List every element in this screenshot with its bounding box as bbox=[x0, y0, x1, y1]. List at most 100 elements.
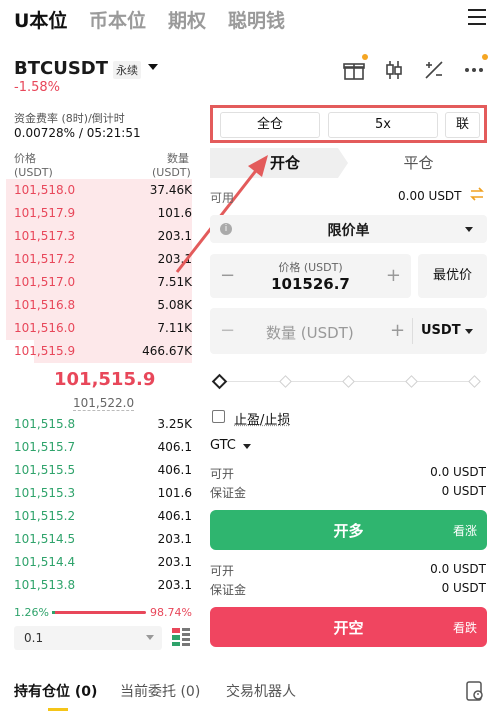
bid-row[interactable]: 101,515.7 406.1 bbox=[0, 436, 200, 459]
short-can-open-label: 可开 bbox=[210, 564, 235, 578]
margin-mode-button[interactable]: 全仓 bbox=[220, 112, 320, 138]
hamburger-menu-icon[interactable] bbox=[468, 9, 486, 25]
slider-handle[interactable] bbox=[211, 373, 228, 390]
quantity-placeholder[interactable]: 数量 (USDT) bbox=[266, 322, 354, 343]
ask-row[interactable]: 101,517.3 203.1 bbox=[0, 225, 200, 248]
ask-row[interactable]: 101,517.0 7.51K bbox=[0, 271, 200, 294]
slider-mark-75[interactable] bbox=[405, 375, 418, 388]
row-quantity: 406.1 bbox=[157, 440, 192, 454]
depth-step-value: 0.1 bbox=[24, 631, 44, 645]
ask-row[interactable]: 101,517.2 203.1 bbox=[0, 248, 200, 271]
open-long-button[interactable]: 开多 看涨 bbox=[210, 510, 487, 550]
row-quantity: 466.67K bbox=[142, 344, 192, 358]
orderbook-layout-icon[interactable] bbox=[171, 627, 191, 647]
quantity-slider[interactable] bbox=[211, 373, 482, 390]
transfer-icon[interactable] bbox=[469, 186, 485, 202]
chevron-down-icon[interactable] bbox=[465, 329, 473, 334]
available-label: 可用 bbox=[210, 191, 235, 205]
order-type-label: 限价单 bbox=[327, 223, 370, 239]
tab-close-position[interactable]: 平仓 bbox=[350, 148, 487, 178]
price-input-value[interactable]: 101526.7 bbox=[210, 275, 411, 293]
chevron-down-icon[interactable] bbox=[243, 444, 251, 449]
tab-open-orders[interactable]: 当前委托 (0) bbox=[120, 681, 200, 701]
tab-positions[interactable]: 持有仓位 (0) bbox=[14, 681, 97, 701]
bid-row[interactable]: 101,515.3 101.6 bbox=[0, 482, 200, 505]
open-close-tabs: 开仓 平仓 bbox=[210, 148, 487, 178]
row-quantity: 3.25K bbox=[157, 417, 192, 431]
price-input[interactable]: − 价格 (USDT) 101526.7 + bbox=[210, 254, 411, 298]
bid-row[interactable]: 101,513.8 203.1 bbox=[0, 574, 200, 597]
last-price[interactable]: 101,515.9 bbox=[54, 369, 155, 390]
bearish-label: 看跌 bbox=[452, 621, 477, 635]
row-price: 101,515.5 bbox=[14, 463, 76, 477]
tab-options[interactable]: 期权 bbox=[168, 6, 206, 33]
row-price: 101,515.8 bbox=[14, 417, 76, 431]
row-quantity: 7.51K bbox=[157, 275, 192, 289]
open-short-button[interactable]: 开空 看跌 bbox=[210, 607, 487, 647]
depth-step-select[interactable]: 0.1 bbox=[14, 626, 162, 650]
long-margin-label: 保证金 bbox=[210, 486, 247, 500]
gift-icon[interactable] bbox=[342, 54, 368, 82]
buy-ratio: 1.26% bbox=[14, 606, 49, 619]
perpetual-tag: 永续 bbox=[113, 61, 141, 79]
ask-row[interactable]: 101,517.9 101.6 bbox=[0, 202, 200, 225]
ask-row[interactable]: 101,515.9 466.67K bbox=[0, 340, 200, 363]
order-history-icon[interactable] bbox=[466, 681, 484, 701]
ask-row[interactable]: 101,516.8 5.08K bbox=[0, 294, 200, 317]
quantity-unit: (USDT) bbox=[152, 166, 191, 179]
row-quantity: 37.46K bbox=[149, 183, 192, 197]
quantity-unit-select[interactable]: USDT bbox=[421, 323, 461, 338]
candlestick-icon[interactable] bbox=[382, 58, 406, 82]
row-price: 101,515.3 bbox=[14, 486, 76, 500]
short-margin-value: 0 USDT bbox=[441, 581, 486, 595]
tab-smart-money[interactable]: 聪明钱 bbox=[228, 6, 285, 33]
row-quantity: 406.1 bbox=[157, 509, 192, 523]
long-margin-value: 0 USDT bbox=[441, 484, 486, 498]
ask-row[interactable]: 101,518.0 37.46K bbox=[0, 179, 200, 202]
row-quantity: 406.1 bbox=[157, 463, 192, 477]
tpsl-checkbox[interactable] bbox=[212, 410, 225, 423]
row-price: 101,514.5 bbox=[14, 532, 76, 546]
tab-open-position[interactable]: 开仓 bbox=[210, 148, 348, 178]
row-quantity: 5.08K bbox=[157, 298, 192, 312]
tab-trading-bots[interactable]: 交易机器人 bbox=[226, 681, 296, 701]
pair-symbol[interactable]: BTCUSDT bbox=[14, 58, 108, 79]
open-short-label: 开空 bbox=[333, 619, 364, 637]
ask-row[interactable]: 101,516.0 7.11K bbox=[0, 317, 200, 340]
leverage-button[interactable]: 5x bbox=[328, 112, 438, 138]
buy-ratio-fill bbox=[52, 611, 55, 614]
slider-mark-100[interactable] bbox=[468, 375, 481, 388]
price-increment-button[interactable]: + bbox=[386, 265, 401, 286]
tab-usdt-margined[interactable]: U本位 bbox=[14, 6, 67, 33]
tab-coin-margined[interactable]: 币本位 bbox=[89, 6, 146, 33]
slider-mark-50[interactable] bbox=[342, 375, 355, 388]
row-quantity: 203.1 bbox=[157, 229, 192, 243]
best-price-button[interactable]: 最优价 bbox=[418, 254, 487, 298]
bid-row[interactable]: 101,515.5 406.1 bbox=[0, 459, 200, 482]
bid-row[interactable]: 101,515.2 406.1 bbox=[0, 505, 200, 528]
divider bbox=[412, 318, 413, 344]
tpsl-label[interactable]: 止盈/止损 bbox=[234, 409, 290, 428]
quantity-decrement-button[interactable]: − bbox=[220, 320, 235, 341]
margin-settings-highlight: 全仓 5x 联 bbox=[210, 105, 487, 143]
row-price: 101,513.8 bbox=[14, 578, 76, 592]
calculator-icon[interactable] bbox=[422, 58, 446, 82]
time-in-force-select[interactable]: GTC bbox=[210, 438, 236, 453]
bid-row[interactable]: 101,514.4 203.1 bbox=[0, 551, 200, 574]
row-quantity: 203.1 bbox=[157, 578, 192, 592]
bullish-label: 看涨 bbox=[452, 524, 477, 538]
slider-mark-25[interactable] bbox=[279, 375, 292, 388]
quantity-input[interactable]: − 数量 (USDT) + USDT bbox=[210, 308, 487, 354]
row-price: 101,517.9 bbox=[14, 206, 76, 220]
chevron-down-icon[interactable] bbox=[148, 64, 158, 70]
funding-rate-label: 资金费率 (8时)/倒计时 bbox=[14, 112, 125, 125]
more-icon[interactable] bbox=[462, 54, 488, 82]
row-price: 101,518.0 bbox=[14, 183, 76, 197]
notification-dot bbox=[482, 54, 488, 60]
quantity-increment-button[interactable]: + bbox=[390, 320, 405, 341]
bid-row[interactable]: 101,515.8 3.25K bbox=[0, 413, 200, 436]
asset-mode-button[interactable]: 联 bbox=[445, 112, 480, 138]
order-type-select[interactable]: i 限价单 bbox=[210, 215, 487, 243]
price-header: 价格 bbox=[14, 152, 36, 165]
bid-row[interactable]: 101,514.5 203.1 bbox=[0, 528, 200, 551]
